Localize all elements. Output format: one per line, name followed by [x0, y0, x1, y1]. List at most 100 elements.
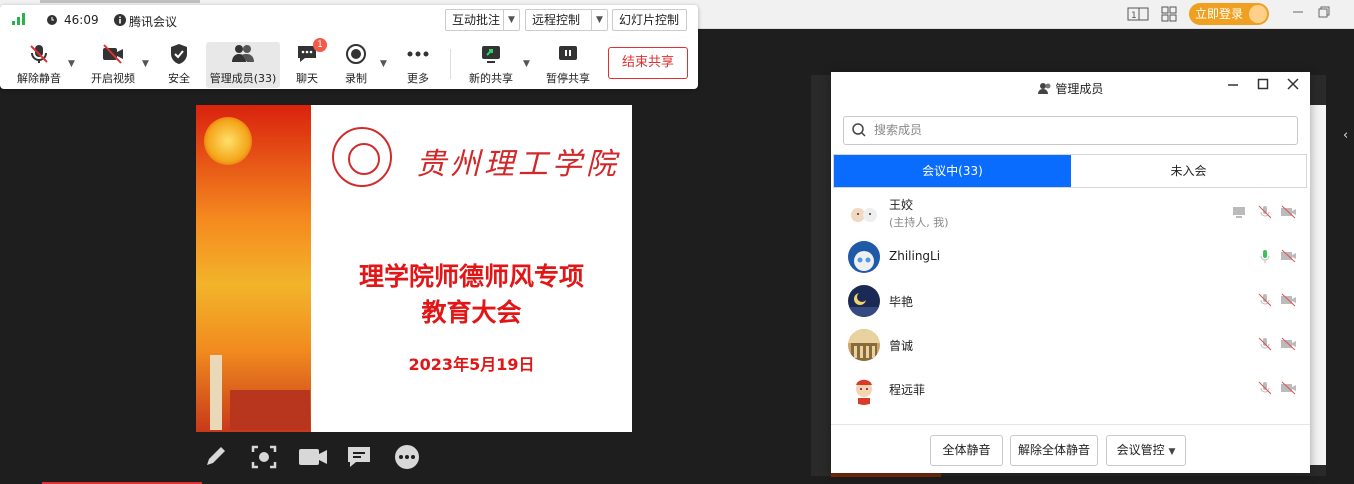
pause-share-label: 暂停共享 [546, 72, 590, 85]
list-item[interactable]: 程远菲 [831, 368, 1310, 412]
camera-off-icon[interactable] [1280, 248, 1298, 266]
chevron-down-icon[interactable]: ▼ [68, 59, 75, 69]
chat-unread-badge: 1 [313, 38, 327, 52]
meeting-timer: 46:09 [64, 13, 99, 27]
record-button[interactable]: 录制 [336, 42, 376, 88]
mic-active-icon[interactable] [1257, 248, 1275, 266]
minimize-icon[interactable] [1292, 6, 1304, 22]
new-share-button[interactable]: 新的共享 [463, 42, 519, 88]
user-avatar-icon [1249, 5, 1267, 23]
list-item[interactable]: 王姣 (主持人, 我) [831, 192, 1310, 236]
mic-muted-icon[interactable] [1257, 204, 1275, 222]
layout-toggle-icon[interactable]: 1 [1127, 6, 1149, 26]
screenshot-icon[interactable] [250, 443, 282, 475]
tab-in-meeting[interactable]: 会议中(33) [834, 155, 1071, 187]
member-search[interactable] [843, 116, 1298, 145]
security-button[interactable]: 安全 [160, 42, 198, 88]
end-share-button[interactable]: 结束共享 [608, 47, 688, 79]
avatar [848, 197, 880, 229]
camera-off-icon[interactable] [1280, 292, 1298, 310]
unmute-all-button[interactable]: 解除全体静音 [1010, 435, 1098, 466]
member-name: 王姣 [889, 198, 914, 212]
slide-decoration-strip [196, 105, 311, 432]
panel-close-icon[interactable] [1287, 78, 1299, 94]
unmute-button[interactable]: 解除静音 [12, 42, 66, 88]
tab-not-joined[interactable]: 未入会 [1071, 155, 1306, 187]
shared-slide: 贵州理工学院 理学院师德师风专项 教育大会 2023年5月19日 [196, 105, 632, 432]
chevron-down-icon[interactable]: ▼ [503, 10, 519, 30]
panel-footer: 全体静音 解除全体静音 会议管控 ▼ [831, 424, 1310, 473]
login-button[interactable]: 立即登录 [1189, 3, 1269, 25]
avatar [848, 285, 880, 317]
slide-date: 2023年5月19日 [408, 355, 535, 374]
annotate-button[interactable]: 互动批注 ▼ [445, 9, 520, 31]
restore-icon[interactable] [1318, 6, 1330, 22]
pen-icon[interactable] [202, 443, 234, 475]
chevron-down-icon[interactable]: ▼ [591, 10, 607, 30]
chat-label: 聊天 [296, 72, 318, 85]
list-item[interactable] [831, 412, 1310, 424]
search-icon [852, 123, 866, 137]
more-label: 更多 [407, 72, 429, 85]
member-role: (主持人, 我) [889, 216, 949, 229]
list-item[interactable]: ZhilingLi [831, 236, 1310, 280]
start-video-button[interactable]: 开启视频 [86, 42, 140, 88]
panel-title: 管理成员 [1055, 82, 1104, 96]
party-emblem-icon [204, 117, 252, 165]
member-list: 王姣 (主持人, 我) ZhilingLi 毕艳 曾诚 程远菲 [831, 192, 1310, 424]
university-seal-logo [332, 127, 392, 187]
annotate-label: 互动批注 [452, 13, 501, 27]
meeting-control-button[interactable]: 会议管控 ▼ [1106, 435, 1186, 466]
avatar [848, 373, 880, 405]
list-item[interactable]: 曾诚 [831, 324, 1310, 368]
search-input[interactable] [874, 120, 1284, 140]
manage-members-button[interactable]: 管理成员(33) [206, 42, 280, 88]
chevron-down-icon[interactable]: ▼ [142, 59, 149, 69]
new-share-label: 新的共享 [469, 72, 513, 85]
panel-minimize-icon[interactable] [1227, 78, 1239, 94]
camera-off-icon[interactable] [1280, 204, 1298, 222]
panel-maximize-icon[interactable] [1257, 78, 1269, 94]
mic-muted-icon[interactable] [1257, 380, 1275, 398]
university-name: 贵州理工学院 [416, 147, 620, 182]
avatar [848, 417, 880, 424]
meeting-toolbar: 46:09 腾讯会议 互动批注 ▼ 远程控制 ▼ 幻灯片控制 解除静音 ▼ 开启… [0, 5, 698, 89]
member-name: 毕艳 [889, 295, 914, 309]
pause-icon [541, 42, 595, 66]
svg-text:1: 1 [1131, 11, 1137, 21]
member-tabs: 会议中(33) 未入会 [833, 154, 1307, 188]
remote-control-button[interactable]: 远程控制 ▼ [525, 9, 608, 31]
huabiao-pillar-image [210, 355, 222, 430]
more-button[interactable]: 更多 [398, 42, 438, 88]
slideshow-control-label: 幻灯片控制 [619, 13, 680, 27]
chat-button[interactable]: 1 聊天 [289, 38, 327, 88]
chevron-down-icon[interactable]: ▼ [523, 59, 530, 69]
mute-all-button[interactable]: 全体静音 [930, 435, 1003, 466]
unmute-label: 解除静音 [17, 72, 61, 85]
mic-muted-icon[interactable] [1257, 292, 1275, 310]
slide-title-line2: 教育大会 [421, 298, 522, 327]
record-icon [336, 42, 376, 66]
camera-off-icon[interactable] [1280, 336, 1298, 354]
camera-off-icon[interactable] [1280, 380, 1298, 398]
comment-icon[interactable] [345, 443, 377, 475]
member-name: 曾诚 [889, 339, 914, 353]
mic-muted-icon[interactable] [1257, 336, 1275, 354]
grid-view-icon[interactable] [1161, 6, 1177, 26]
member-panel: 管理成员 会议中(33) 未入会 王姣 (主持人, 我) [831, 72, 1310, 473]
list-item[interactable]: 毕艳 [831, 280, 1310, 324]
manage-members-label: 管理成员(33) [209, 72, 277, 85]
tiananmen-image [230, 390, 310, 430]
more-options-icon[interactable] [393, 443, 425, 475]
avatar [848, 329, 880, 361]
slideshow-control-button[interactable]: 幻灯片控制 [612, 9, 687, 31]
more-dots-icon [398, 42, 438, 66]
pause-share-button[interactable]: 暂停共享 [541, 42, 595, 88]
screen-share-status-icon [1231, 204, 1249, 222]
video-camera-icon[interactable] [297, 443, 329, 475]
info-icon[interactable] [114, 14, 126, 29]
network-signal-icon [12, 13, 28, 25]
chevron-left-icon[interactable]: ‹ [1343, 128, 1348, 143]
chevron-down-icon[interactable]: ▼ [380, 59, 387, 69]
mic-muted-icon [12, 42, 66, 66]
